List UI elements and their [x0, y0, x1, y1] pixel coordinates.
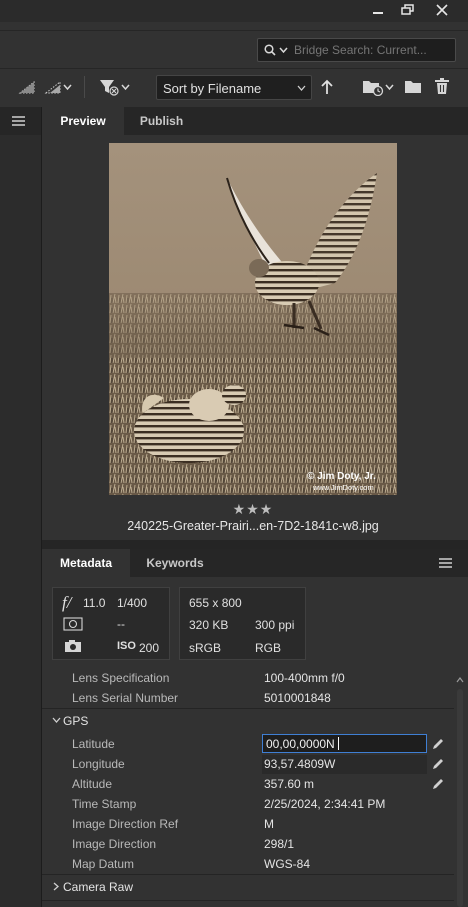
altitude-label: Altitude: [72, 777, 113, 791]
dimensions-value: 655 x 800: [189, 596, 242, 610]
panel-splitter[interactable]: [42, 540, 468, 549]
search-icon: [264, 44, 276, 56]
tab-keywords[interactable]: Keywords: [130, 549, 220, 577]
text-cursor: [338, 737, 339, 750]
timestamp-value: 2/25/2024, 2:34:41 PM: [264, 797, 386, 811]
color-mode-value: RGB: [255, 641, 282, 655]
iso-label: ISO: [117, 640, 136, 652]
filter-icon[interactable]: [99, 78, 119, 96]
color-profile-value: sRGB: [189, 641, 222, 655]
preview-image[interactable]: © Jim Doty, Jr. www.JimDoty.com: [109, 143, 397, 495]
search-box[interactable]: [257, 38, 456, 62]
prairie-chicken-photo: © Jim Doty, Jr. www.JimDoty.com: [109, 143, 397, 495]
map-datum-value: WGS-84: [264, 857, 311, 871]
image-direction-value: 298/1: [264, 837, 295, 851]
rating-stars[interactable]: ★★★: [109, 501, 397, 518]
sort-dropdown[interactable]: Sort by Filename: [156, 75, 312, 100]
restore-icon: [401, 4, 414, 15]
sort-label: Sort by Filename: [163, 81, 262, 96]
new-folder-icon[interactable]: [404, 79, 422, 94]
camera-raw-section-header[interactable]: Camera Raw: [42, 875, 454, 899]
chevron-down-icon[interactable]: [385, 84, 394, 91]
search-input[interactable]: [294, 41, 450, 59]
latitude-label: Latitude: [72, 737, 115, 751]
lens-spec-label: Lens Specification: [72, 671, 170, 685]
tab-metadata[interactable]: Metadata: [42, 549, 130, 577]
watermark-line-1: © Jim Doty, Jr.: [307, 471, 376, 482]
longitude-field[interactable]: 93,57.4809W: [262, 755, 427, 774]
gps-section-label: GPS: [63, 714, 89, 728]
shutter-value: 1/400: [117, 596, 148, 610]
edit-altitude-icon[interactable]: [432, 778, 444, 790]
latitude-field[interactable]: 00,00,0000N: [262, 734, 427, 753]
close-button[interactable]: [428, 0, 456, 20]
sort-ascending-icon[interactable]: [320, 79, 334, 95]
minimize-icon: [373, 12, 383, 14]
edit-longitude-icon[interactable]: [432, 758, 444, 770]
quality-high-icon[interactable]: [44, 80, 62, 94]
minimize-button[interactable]: [364, 0, 392, 20]
lens-serial-label: Lens Serial Number: [72, 691, 179, 705]
latitude-value: 00,00,0000N: [266, 737, 335, 751]
tab-publish[interactable]: Publish: [124, 107, 199, 135]
gps-section-header[interactable]: GPS: [42, 709, 454, 733]
image-direction-ref-value: M: [264, 817, 274, 831]
metering-value: --: [117, 617, 125, 631]
scroll-up-icon[interactable]: [456, 677, 464, 683]
panel-menu-icon[interactable]: [439, 558, 452, 568]
file-size-value: 320 KB: [189, 618, 229, 632]
toolbar-divider: [84, 76, 85, 98]
chevron-down-icon[interactable]: [279, 47, 288, 54]
scroll-thumb[interactable]: [457, 689, 463, 907]
tab-preview[interactable]: Preview: [42, 107, 124, 135]
metadata-scrollbar[interactable]: [454, 675, 466, 907]
left-panel: [0, 107, 42, 907]
edit-latitude-icon[interactable]: [432, 738, 444, 750]
watermark-line-2: www.JimDoty.com: [312, 483, 374, 492]
camera-raw-section-label: Camera Raw: [63, 880, 134, 894]
map-datum-label: Map Datum: [72, 857, 135, 871]
longitude-label: Longitude: [72, 757, 125, 771]
lens-spec-value: 100-400mm f/0: [264, 671, 345, 685]
chevron-down-icon[interactable]: [121, 84, 130, 91]
chevron-right-icon: [53, 882, 59, 891]
panel-menu-icon[interactable]: [12, 116, 25, 126]
aperture-icon: f/: [62, 593, 72, 612]
lens-serial-value: 5010001848: [264, 691, 331, 705]
timestamp-label: Time Stamp: [72, 797, 137, 811]
camera-summary: f/ 11.0 1/400 -- ISO 200: [52, 587, 170, 660]
quality-low-icon[interactable]: [18, 80, 36, 94]
file-summary: 655 x 800 320 KB 300 ppi sRGB RGB: [179, 587, 306, 660]
preview-filename: 240225-Greater-Prairi...en-7D2-1841c-w8.…: [127, 519, 379, 533]
chevron-down-icon[interactable]: [63, 84, 72, 91]
restore-button[interactable]: [394, 0, 422, 20]
altitude-value[interactable]: 357.60 m: [264, 777, 314, 791]
aperture-value: 11.0: [83, 596, 106, 610]
iso-value: 200: [139, 641, 160, 655]
chevron-down-icon: [297, 85, 306, 91]
metadata-list: Lens Specification 100-400mm f/0 Lens Se…: [42, 671, 454, 907]
chevron-down-icon: [52, 717, 61, 723]
longitude-value: 93,57.4809W: [264, 757, 336, 771]
image-direction-ref-label: Image Direction Ref: [72, 817, 179, 831]
image-direction-label: Image Direction: [72, 837, 157, 851]
resolution-value: 300 ppi: [255, 618, 295, 632]
recent-folder-icon[interactable]: [362, 78, 384, 96]
trash-icon[interactable]: [434, 77, 450, 95]
section-divider: [42, 900, 454, 901]
metering-icon: [63, 617, 83, 631]
camera-icon: [65, 640, 81, 652]
close-icon: [436, 4, 448, 16]
